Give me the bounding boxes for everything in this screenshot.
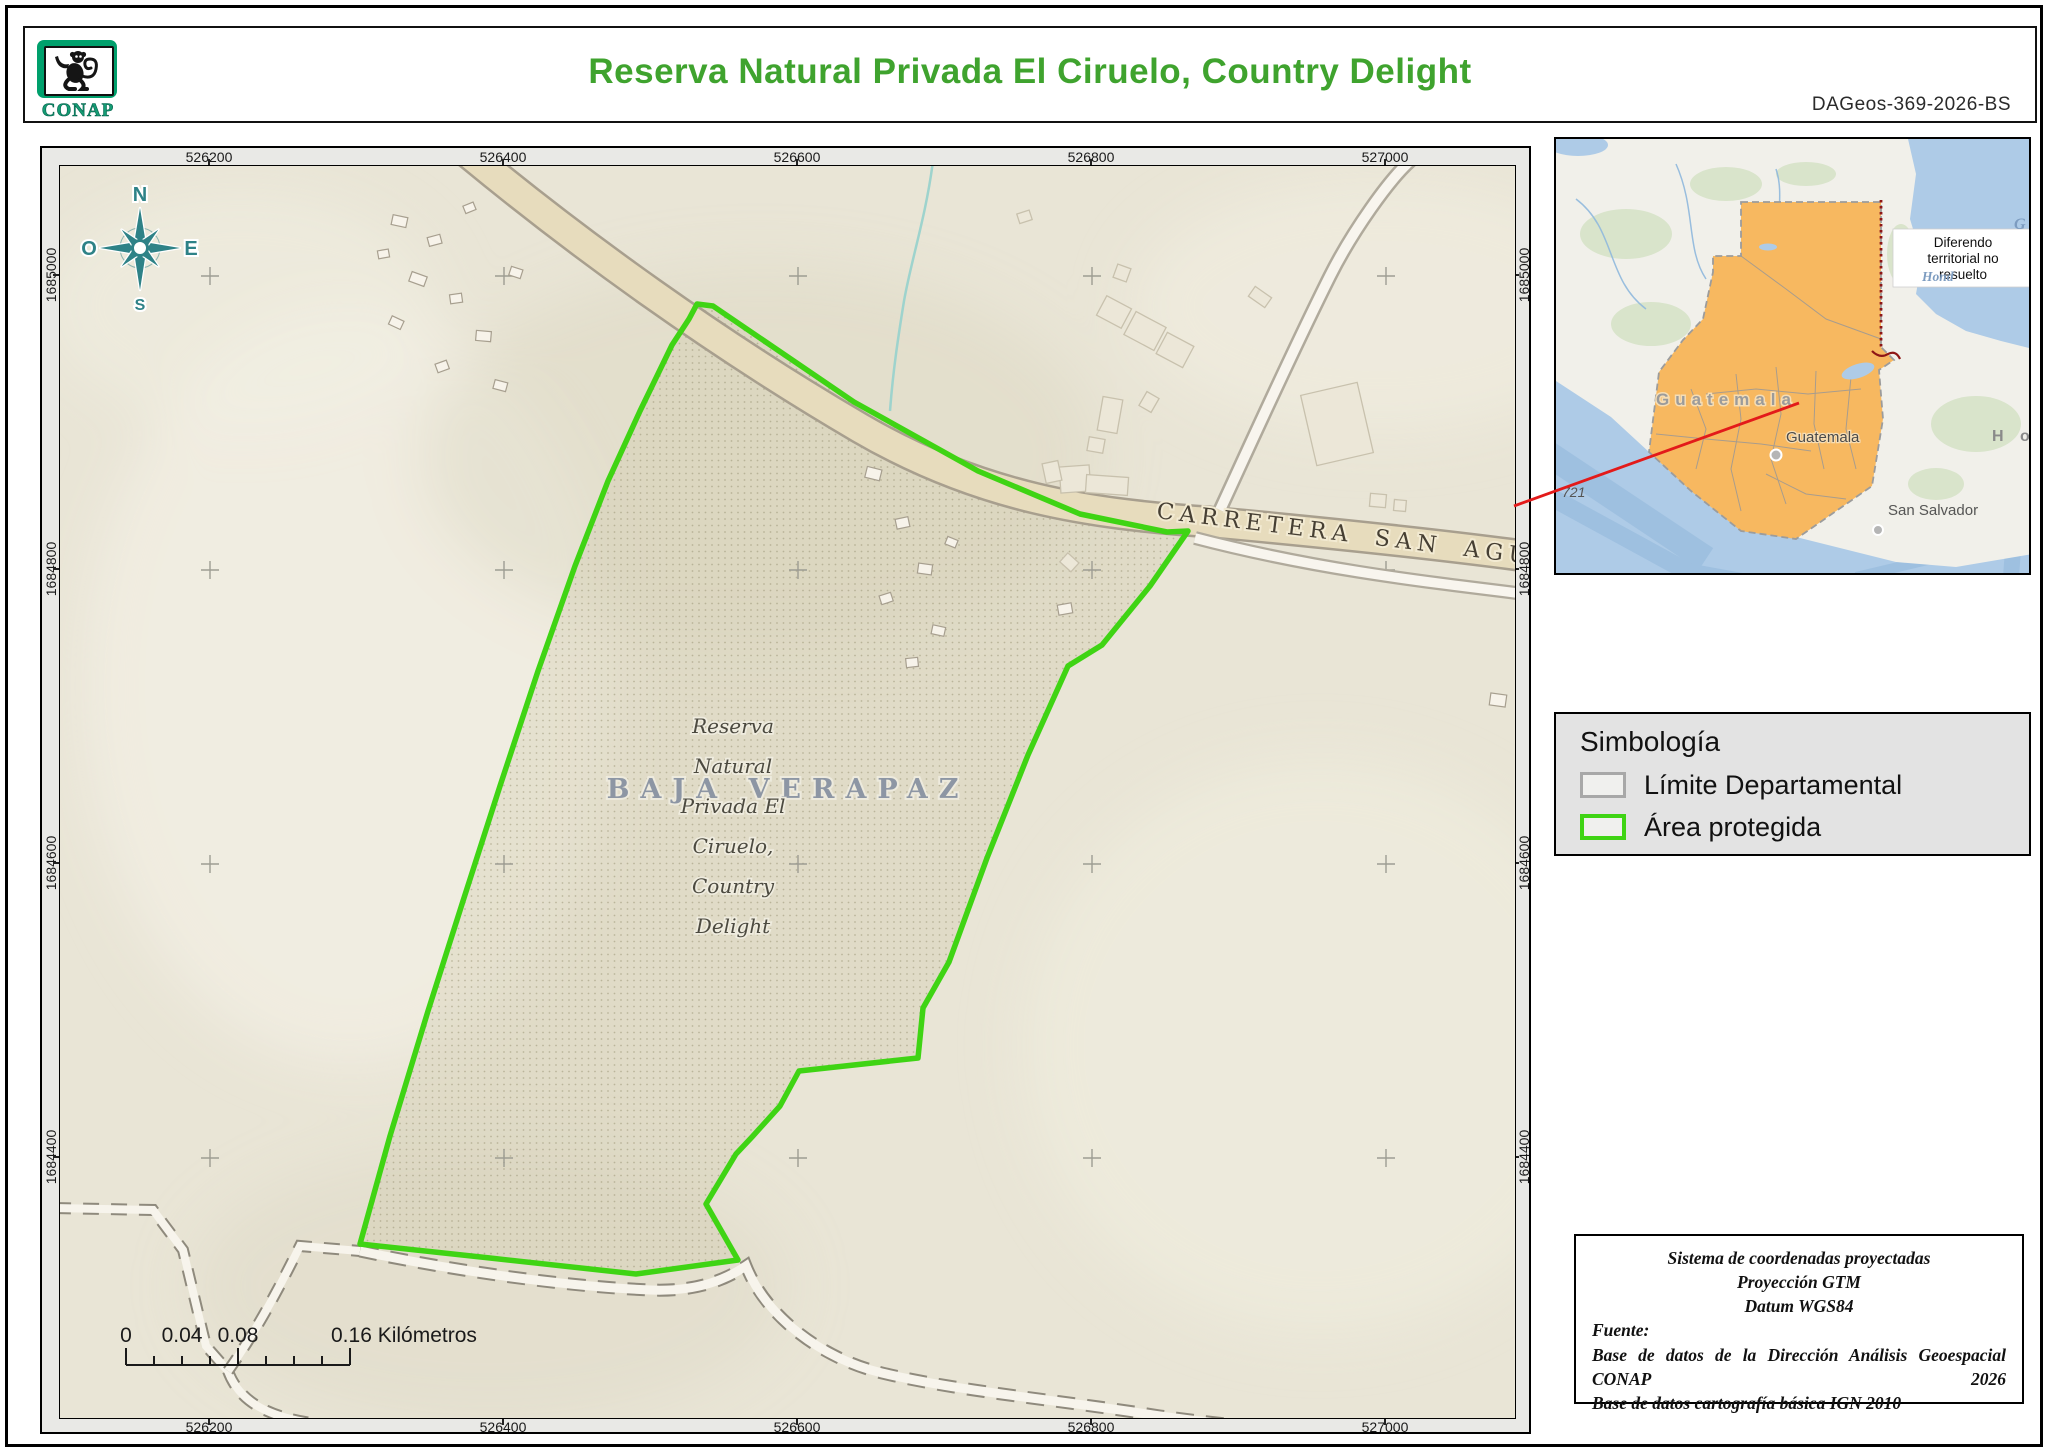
compass-west: O xyxy=(81,238,97,260)
dispute-callout: Diferendo territorial no resuelto xyxy=(1893,229,2031,287)
svg-text:Country: Country xyxy=(692,874,775,898)
grid-cross xyxy=(1083,267,1101,285)
svg-text:Delight: Delight xyxy=(695,914,771,938)
info-line: Proyección GTM xyxy=(1592,1270,2006,1294)
page-title: Reserva Natural Privada El Ciruelo, Coun… xyxy=(25,52,2035,92)
protected-swatch xyxy=(1580,814,1626,840)
svg-text:Reserva: Reserva xyxy=(691,714,774,738)
basemap-svg: CARRETERA SAN AGUS BAJA VERAPAZ Reserva … xyxy=(60,166,1516,1419)
grid-cross xyxy=(789,1149,807,1167)
inset-capital-label: Guatemala xyxy=(1786,429,1860,446)
capital-dot xyxy=(1771,450,1782,461)
inset-road-number: 721 xyxy=(1562,484,1585,500)
svg-text:0.08: 0.08 xyxy=(218,1324,259,1347)
document-code: DAGeos-369-2026-BS xyxy=(1812,94,2011,116)
gulf-label-partial: Hond xyxy=(1921,269,1954,284)
svg-text:territorial no: territorial no xyxy=(1927,251,1998,266)
legend-title: Simbología xyxy=(1580,726,1720,758)
inset-svg: Diferendo territorial no resuelto Guatem… xyxy=(1556,139,2031,575)
svg-text:Privada El: Privada El xyxy=(680,794,786,818)
departmental-swatch xyxy=(1580,772,1626,798)
legend-item-label: Área protegida xyxy=(1644,812,1821,843)
map-frame: 526200 526400 526600 526800 527000 52620… xyxy=(40,146,1531,1434)
legend-item-label: Límite Departamental xyxy=(1644,770,1902,801)
lake-peten xyxy=(1759,244,1777,251)
info-line: Base de datos de la Dirección Análisis G… xyxy=(1592,1343,2006,1391)
gulf-label-g: G xyxy=(2014,216,2026,233)
svg-text:Diferendo: Diferendo xyxy=(1934,235,1993,250)
svg-text:0: 0 xyxy=(120,1324,132,1347)
info-line: Fuente: xyxy=(1592,1318,2006,1342)
projection-info-box: Sistema de coordenadas proyectadas Proye… xyxy=(1574,1234,2024,1404)
map-sheet: CONAP Reserva Natural Privada El Ciruelo… xyxy=(0,0,2048,1452)
logo-text: CONAP xyxy=(37,100,119,122)
svg-text:Natural: Natural xyxy=(693,754,772,778)
honduras-partial-label: H o xyxy=(1992,428,2031,445)
info-line: Base de datos cartografía básica IGN 201… xyxy=(1592,1391,2006,1415)
info-line: Sistema de coordenadas proyectadas xyxy=(1592,1246,2006,1270)
san-salvador-label: San Salvador xyxy=(1888,502,1978,519)
svg-text:0.04: 0.04 xyxy=(162,1324,203,1347)
compass-south: S xyxy=(135,297,146,314)
inset-country-label: Guatemala xyxy=(1656,390,1797,409)
san-salvador-dot xyxy=(1873,525,1883,535)
svg-text:Ciruelo,: Ciruelo, xyxy=(693,834,774,858)
map-canvas: CARRETERA SAN AGUS BAJA VERAPAZ Reserva … xyxy=(59,165,1516,1419)
info-line: Datum WGS84 xyxy=(1592,1294,2006,1318)
compass-north: N xyxy=(133,184,147,206)
grid-cross xyxy=(201,1149,219,1167)
header: CONAP Reserva Natural Privada El Ciruelo… xyxy=(23,26,2037,123)
svg-text:0.16 Kilómetros: 0.16 Kilómetros xyxy=(331,1324,477,1347)
department-label: BAJA VERAPAZ xyxy=(607,774,970,805)
legend: Simbología Límite Departamental Área pro… xyxy=(1554,712,2031,856)
inset-locator-map: Diferendo territorial no resuelto Guatem… xyxy=(1554,137,2031,575)
compass-east: E xyxy=(184,238,197,260)
